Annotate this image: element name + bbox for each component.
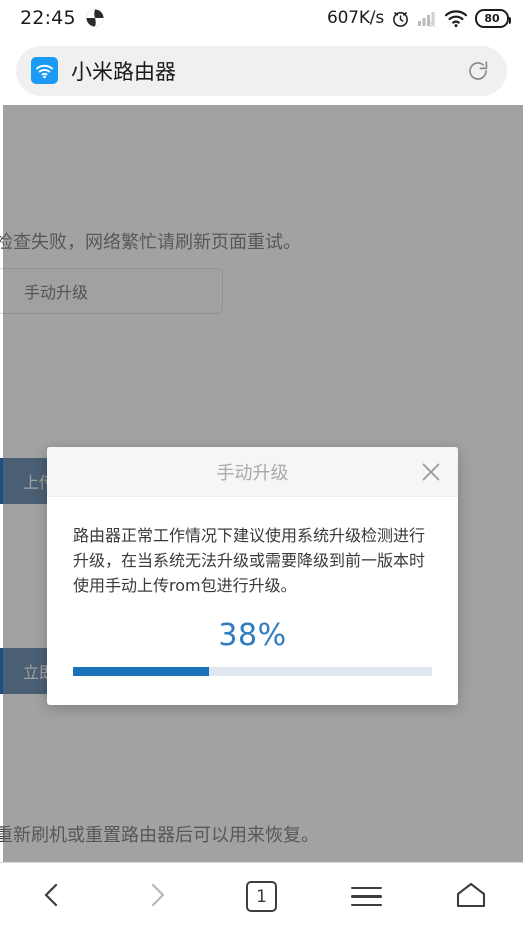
progress-bar-track xyxy=(73,667,432,676)
progress-bar-fill xyxy=(73,667,210,676)
phone-screen: 22:45 607K/s 80 小米路由器 手动升级 路由器正常工作情况下建议使… xyxy=(0,0,523,930)
webview: 检查失败，网络繁忙请刷新页面重试。 手动升级 上传 立即恢复 重新刷机或重置路由… xyxy=(0,105,523,862)
close-icon[interactable] xyxy=(418,459,444,485)
cellular-signal-icon xyxy=(417,9,437,28)
nav-tabs-button[interactable]: 1 xyxy=(209,863,314,930)
dialog-body: 路由器正常工作情况下建议使用系统升级检测进行升级，在当系统无法升级或需要降级到前… xyxy=(47,497,458,676)
battery-indicator: 80 xyxy=(475,8,511,28)
wifi-icon xyxy=(444,9,468,28)
progress-percent-label: 38% xyxy=(218,618,287,653)
page-title-label: 小米路由器 xyxy=(71,59,176,84)
nav-menu-button[interactable] xyxy=(314,863,419,930)
nav-back-button[interactable] xyxy=(0,863,105,930)
tab-count-label: 1 xyxy=(245,881,277,912)
browser-navigation-bar: 1 xyxy=(0,862,523,930)
battery-level-label: 80 xyxy=(484,11,500,25)
hamburger-menu-icon xyxy=(350,881,382,912)
address-bar[interactable]: 小米路由器 xyxy=(16,45,507,96)
status-bar-left: 22:45 xyxy=(20,7,105,29)
nav-home-button[interactable] xyxy=(418,863,523,930)
manual-upgrade-dialog: 手动升级 路由器正常工作情况下建议使用系统升级检测进行升级，在当系统无法升级或需… xyxy=(47,447,458,705)
network-speed-label: 607K/s xyxy=(327,8,384,28)
home-icon xyxy=(454,880,488,914)
nav-forward-button xyxy=(105,863,210,930)
dialog-description: 路由器正常工作情况下建议使用系统升级检测进行升级，在当系统无法升级或需要降级到前… xyxy=(73,526,426,595)
chevron-right-icon xyxy=(142,880,172,914)
browser-toolbar: 小米路由器 xyxy=(0,36,523,105)
alarm-clock-icon xyxy=(391,9,410,28)
status-bar-right: 607K/s 80 xyxy=(327,8,511,28)
status-clock: 22:45 xyxy=(20,7,76,29)
wifi-favicon xyxy=(31,57,58,84)
reload-icon[interactable] xyxy=(463,56,493,86)
dialog-title: 手动升级 xyxy=(216,462,289,484)
status-bar: 22:45 607K/s 80 xyxy=(0,0,523,36)
chevron-left-icon xyxy=(37,880,67,914)
dialog-header: 手动升级 xyxy=(47,447,458,497)
sync-icon xyxy=(85,8,105,28)
